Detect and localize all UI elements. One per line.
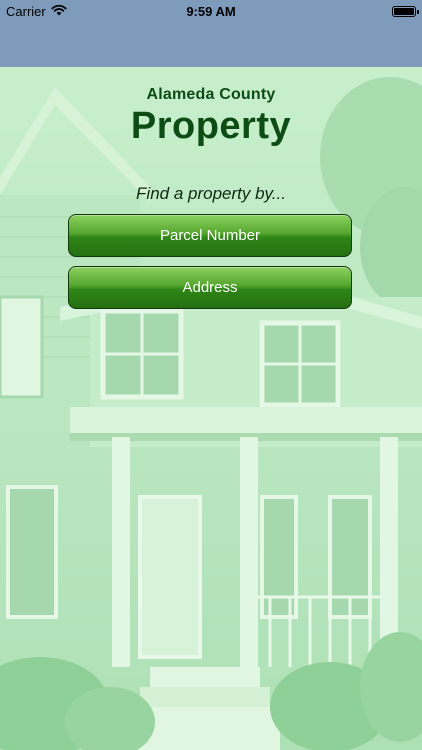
battery-icon [392, 6, 419, 17]
house-background-image [0, 67, 422, 750]
parcel-number-button-label: Parcel Number [159, 227, 261, 244]
address-button-label: Address [182, 279, 238, 296]
status-time: 9:59 AM [186, 4, 236, 19]
battery-level [394, 8, 414, 15]
status-bar: Carrier 9:59 AM [0, 0, 422, 22]
app-title: Property [130, 105, 292, 147]
search-prompt: Find a property by... [136, 184, 286, 203]
parcel-number-button[interactable]: Parcel Number [68, 214, 352, 257]
address-button[interactable]: Address [68, 266, 352, 309]
house-illustration [0, 77, 422, 750]
top-bar: Carrier 9:59 AM [0, 0, 422, 67]
county-name: Alameda County [146, 86, 276, 103]
app-header: Alameda County Property [0, 86, 422, 148]
